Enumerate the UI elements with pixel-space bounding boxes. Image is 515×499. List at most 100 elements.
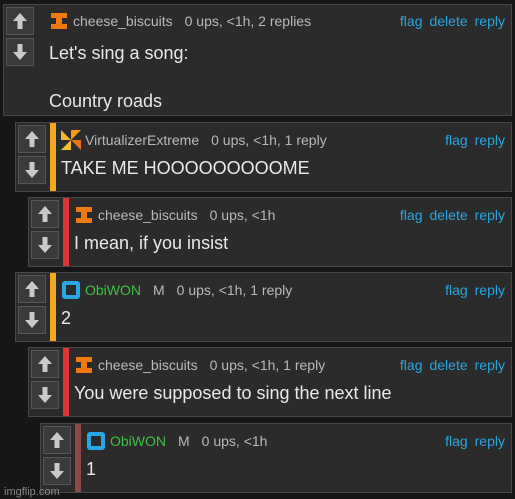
arrow-up-icon: [13, 13, 27, 29]
comment-actions: flag delete reply: [400, 357, 505, 373]
arrow-down-icon: [38, 237, 52, 253]
thread-bar: [75, 424, 81, 492]
thread-bar: [63, 348, 69, 416]
blue-frame-icon: [87, 432, 105, 450]
comment-header: ObiWON M 0 ups, <1h, 1 reply flag reply: [61, 279, 505, 301]
upvote-button[interactable]: [6, 7, 34, 35]
flag-link[interactable]: flag: [445, 282, 468, 298]
arrow-up-icon: [38, 206, 52, 222]
orange-i-icon: [51, 13, 67, 29]
upvote-button[interactable]: [31, 350, 59, 378]
comment: cheese_biscuits 0 ups, <1h flag delete r…: [28, 197, 512, 267]
vote-controls: [4, 5, 38, 115]
comment-body: ObiWON M 0 ups, <1h flag reply 1: [86, 424, 505, 481]
comment-meta: 0 ups, <1h, 1 reply: [211, 132, 327, 148]
downvote-button[interactable]: [43, 457, 71, 485]
comment: cheese_biscuits 0 ups, <1h, 1 reply flag…: [28, 347, 512, 417]
comment-text: Let's sing a song: Country roads: [49, 41, 505, 113]
downvote-button[interactable]: [31, 381, 59, 409]
flag-link[interactable]: flag: [400, 207, 423, 223]
comment-body: VirtualizerExtreme 0 ups, <1h, 1 reply f…: [61, 123, 505, 180]
moderator-badge: M: [153, 282, 165, 298]
arrow-down-icon: [25, 162, 39, 178]
comment-text: 1: [86, 459, 97, 479]
upvote-button[interactable]: [31, 200, 59, 228]
pinwheel-icon: [61, 130, 81, 150]
downvote-button[interactable]: [31, 231, 59, 259]
arrow-down-icon: [38, 387, 52, 403]
comment-header: ObiWON M 0 ups, <1h flag reply: [86, 430, 505, 452]
vote-controls: [29, 348, 63, 416]
comment-header: cheese_biscuits 0 ups, <1h, 1 reply flag…: [74, 354, 505, 376]
comment-header: cheese_biscuits 0 ups, <1h, 2 replies fl…: [49, 10, 505, 32]
thread-bar: [50, 123, 56, 191]
comment: ObiWON M 0 ups, <1h flag reply 1: [40, 423, 512, 493]
comment-meta: 0 ups, <1h: [201, 433, 268, 449]
thread-bar: [50, 273, 56, 341]
comment-header: cheese_biscuits 0 ups, <1h flag delete r…: [74, 204, 505, 226]
flag-link[interactable]: flag: [400, 357, 423, 373]
delete-link[interactable]: delete: [429, 13, 467, 29]
arrow-up-icon: [25, 131, 39, 147]
arrow-up-icon: [25, 281, 39, 297]
reply-link[interactable]: reply: [475, 13, 505, 29]
arrow-up-icon: [38, 356, 52, 372]
comment-line: Country roads: [49, 91, 163, 111]
comment-body: cheese_biscuits 0 ups, <1h flag delete r…: [74, 198, 505, 255]
comment-actions: flag reply: [445, 132, 505, 148]
comment-meta: 0 ups, <1h: [209, 207, 276, 223]
username[interactable]: cheese_biscuits: [98, 357, 198, 373]
comment-actions: flag delete reply: [400, 207, 505, 223]
flag-link[interactable]: flag: [445, 132, 468, 148]
username[interactable]: ObiWON: [85, 282, 141, 298]
reply-link[interactable]: reply: [475, 207, 505, 223]
vote-controls: [29, 198, 63, 266]
reply-link[interactable]: reply: [475, 433, 505, 449]
comment-text: You were supposed to sing the next line: [74, 383, 392, 403]
vote-controls: [16, 273, 50, 341]
watermark: imgflip.com: [4, 486, 60, 498]
arrow-down-icon: [13, 44, 27, 60]
username[interactable]: ObiWON: [110, 433, 166, 449]
vote-controls: [41, 424, 75, 492]
orange-i-icon: [76, 357, 92, 373]
arrow-down-icon: [25, 312, 39, 328]
flag-link[interactable]: flag: [445, 433, 468, 449]
comment-body: cheese_biscuits 0 ups, <1h, 1 reply flag…: [74, 348, 505, 405]
comment-actions: flag reply: [445, 433, 505, 449]
comment-line: Let's sing a song:: [49, 43, 189, 63]
comment-body: ObiWON M 0 ups, <1h, 1 reply flag reply …: [61, 273, 505, 330]
arrow-up-icon: [50, 432, 64, 448]
username[interactable]: cheese_biscuits: [73, 13, 173, 29]
flag-link[interactable]: flag: [400, 13, 423, 29]
comment-meta: 0 ups, <1h, 1 reply: [209, 357, 326, 373]
downvote-button[interactable]: [6, 38, 34, 66]
comment-actions: flag reply: [445, 282, 505, 298]
username[interactable]: cheese_biscuits: [98, 207, 198, 223]
thread-bar: [63, 198, 69, 266]
orange-i-icon: [76, 207, 92, 223]
upvote-button[interactable]: [43, 426, 71, 454]
delete-link[interactable]: delete: [429, 357, 467, 373]
delete-link[interactable]: delete: [429, 207, 467, 223]
comment-text: 2: [61, 308, 72, 328]
comment-header: VirtualizerExtreme 0 ups, <1h, 1 reply f…: [61, 129, 505, 151]
arrow-down-icon: [50, 463, 64, 479]
downvote-button[interactable]: [18, 156, 46, 184]
reply-link[interactable]: reply: [475, 357, 505, 373]
upvote-button[interactable]: [18, 125, 46, 153]
comment-body: cheese_biscuits 0 ups, <1h, 2 replies fl…: [49, 5, 505, 113]
comment: cheese_biscuits 0 ups, <1h, 2 replies fl…: [3, 4, 512, 116]
comment-text: TAKE ME HOOOOOOOOOME: [61, 158, 310, 178]
vote-controls: [16, 123, 50, 191]
downvote-button[interactable]: [18, 306, 46, 334]
comment-meta: 0 ups, <1h, 1 reply: [176, 282, 293, 298]
reply-link[interactable]: reply: [475, 132, 505, 148]
comment: ObiWON M 0 ups, <1h, 1 reply flag reply …: [15, 272, 512, 342]
username[interactable]: VirtualizerExtreme: [85, 132, 199, 148]
comment-actions: flag delete reply: [400, 13, 505, 29]
reply-link[interactable]: reply: [475, 282, 505, 298]
comment-text: I mean, if you insist: [74, 233, 229, 253]
comment: VirtualizerExtreme 0 ups, <1h, 1 reply f…: [15, 122, 512, 192]
upvote-button[interactable]: [18, 275, 46, 303]
